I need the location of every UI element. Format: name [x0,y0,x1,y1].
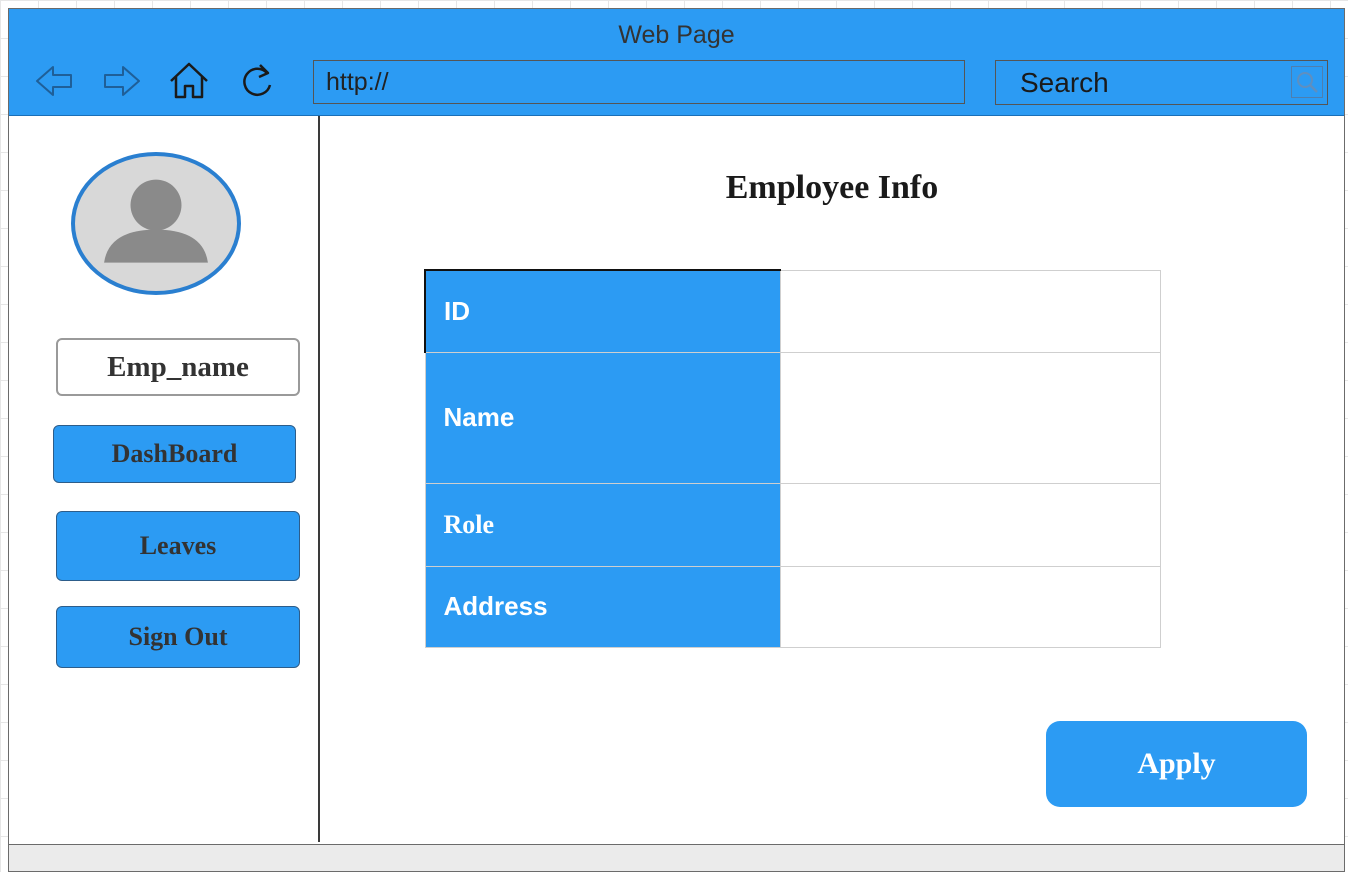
field-label-address: Address [424,565,781,648]
user-avatar-icon [71,152,241,295]
forward-arrow-icon[interactable] [99,59,143,103]
search-input[interactable]: Search [995,60,1328,105]
field-value-id[interactable] [779,269,1162,353]
field-value-role[interactable] [779,482,1162,567]
home-icon[interactable] [167,59,211,103]
browser-window: Web Page http:// Search Emp_name DashBoa… [8,8,1345,872]
sidebar-divider [318,116,320,842]
table-row: ID [423,269,1162,353]
status-bar [9,844,1344,871]
employee-name-label: Emp_name [56,338,300,396]
field-value-address[interactable] [779,565,1162,648]
browser-toolbar: Web Page http:// Search [9,9,1344,116]
table-row: Name [424,351,1162,484]
back-arrow-icon[interactable] [33,59,77,103]
table-row: Address [424,565,1162,648]
field-value-name[interactable] [779,351,1162,484]
dashboard-button[interactable]: DashBoard [53,425,296,483]
field-label-name: Name [424,351,781,484]
search-placeholder: Search [1020,67,1109,98]
apply-button[interactable]: Apply [1046,721,1307,807]
field-label-role: Role [424,482,781,567]
page-title: Employee Info [725,169,939,206]
url-input[interactable]: http:// [313,60,965,104]
refresh-icon[interactable] [235,59,279,103]
leaves-button[interactable]: Leaves [56,511,300,581]
field-label-id: ID [423,269,781,353]
table-row: Role [424,482,1162,567]
employee-info-table: ID Name Role Address [423,269,1162,648]
window-title: Web Page [618,21,735,49]
sign-out-button[interactable]: Sign Out [56,606,300,668]
search-icon[interactable] [1291,66,1323,98]
